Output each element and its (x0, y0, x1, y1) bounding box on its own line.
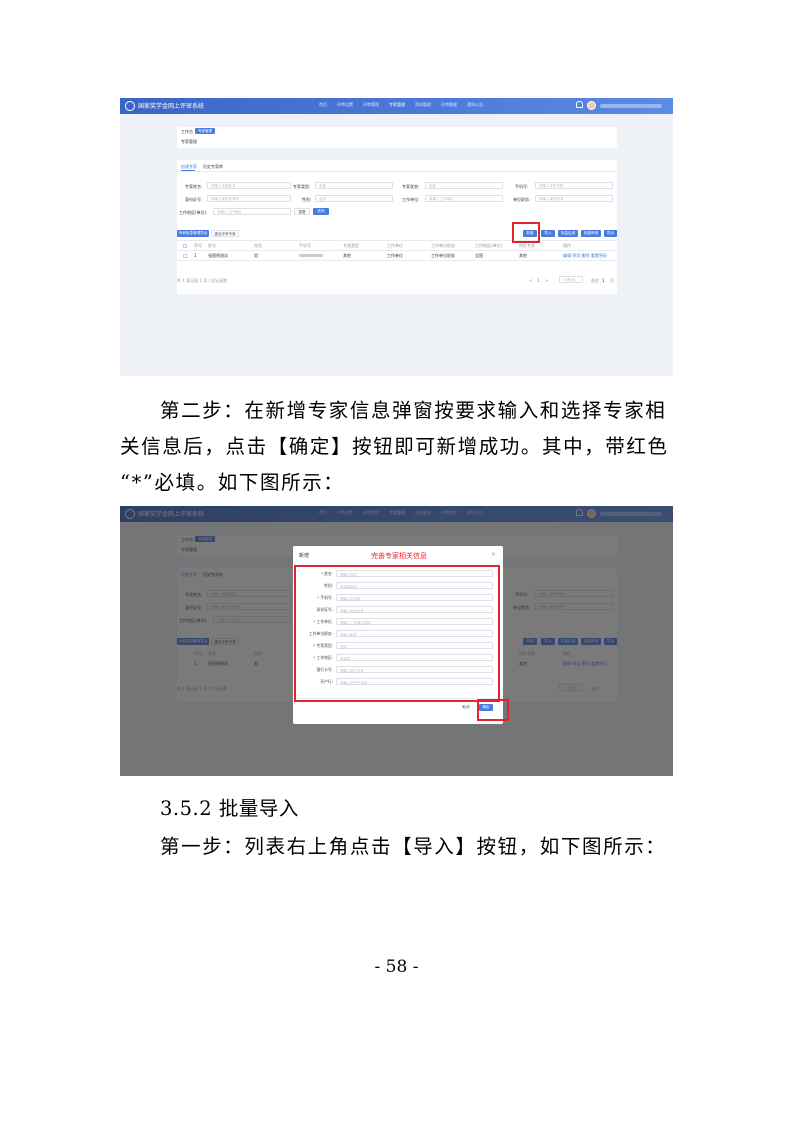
filter-phone-input[interactable]: 请输入手机号码 (535, 182, 613, 189)
step2-line-2: 关信息后，点击【确定】按钮即可新增成功。其中，带红色 (120, 435, 669, 458)
col-gender: 性别 (254, 243, 262, 248)
search-button[interactable]: 查询 (313, 208, 329, 215)
col-expert: 所在专家 (519, 243, 535, 248)
col-type: 专家类型 (343, 243, 359, 248)
nav-item-review-management[interactable]: 评审管理 (358, 102, 384, 108)
col-actions: 操作 (563, 243, 571, 248)
row-checkbox[interactable] (183, 254, 187, 258)
reset-button[interactable]: 重置 (294, 208, 310, 215)
divider (177, 171, 617, 172)
col-index: 序号 (194, 243, 202, 248)
filter-name-input[interactable]: 请输入专家姓名 (207, 182, 291, 189)
cell-expert: 其他 (519, 253, 527, 258)
cell-index: 1 (194, 253, 197, 258)
step2-line-1: 第二步：在新增专家信息弹窗按要求输入和选择专家相 (160, 399, 667, 422)
select-all-checkbox[interactable] (183, 244, 187, 248)
filter-label-gender: 性别: (302, 197, 312, 202)
nav-menu: 首页 评审设置 评审管理 专家管理 资料管理 评审数据 通知公告 (314, 102, 488, 108)
close-icon[interactable]: × (491, 551, 496, 558)
crumb-tag[interactable]: 专家管理 (195, 128, 215, 134)
cell-region: 全国 (475, 253, 483, 258)
filter-gender-select[interactable]: 全部 (315, 195, 393, 202)
filter-label-region: 工作地区(单位): (179, 210, 208, 215)
cell-name: 张国明测试 (208, 253, 228, 258)
filter-position-input[interactable]: 请输入单位职务 (535, 195, 613, 202)
filter-type-select[interactable]: 全部 (315, 182, 393, 189)
bell-icon[interactable] (576, 101, 583, 108)
cell-phone-redacted (299, 254, 323, 257)
col-position: 工作单位职务 (431, 243, 455, 248)
user-name-redacted (600, 104, 662, 108)
nav-item-review-settings[interactable]: 评审设置 (332, 102, 358, 108)
filter-label-name: 专家姓名: (185, 184, 203, 189)
page-title: 专家管理 (181, 139, 197, 144)
step1-line: 第一步：列表右上角点击【导入】按钮，如下图所示： (160, 835, 667, 858)
filter-region-input[interactable]: 请输入工作地区 (213, 208, 291, 215)
breadcrumb-card: 工作台 专家管理 专家管理 (177, 127, 617, 148)
page-number: - 58 - (374, 957, 419, 977)
filter-workplace-input[interactable]: 请输入工作单位 (425, 195, 503, 202)
nav-item-notices[interactable]: 通知公告 (462, 102, 488, 108)
prev-page-button[interactable]: < (529, 278, 532, 283)
nav-item-home[interactable]: 首页 (314, 102, 332, 108)
filter-label-position: 单位职务: (513, 197, 531, 202)
goto-label: 前往 (591, 278, 599, 283)
filter-idcard-input[interactable]: 请输入身份证号码 (207, 195, 291, 202)
cell-workplace: 工作单位 (387, 253, 403, 258)
import-button[interactable]: 导入 (541, 230, 555, 237)
export-expert-info-button[interactable]: 专家信息管理导出 (177, 230, 209, 237)
filter-label-phone: 手机号: (515, 184, 529, 189)
modal-title: 新增 (299, 553, 310, 559)
nav-item-review-data[interactable]: 评审数据 (436, 102, 462, 108)
footer-total: 共 1 条记录 1 页 / 总记录数 (177, 278, 228, 283)
batch-enable-button[interactable]: 批量启用 (558, 230, 578, 237)
col-phone: 手机号 (299, 243, 311, 248)
tab-expert-history[interactable]: 历史专家库 (203, 164, 223, 170)
section-heading: 3.5.2 批量导入 (160, 797, 299, 820)
export-button[interactable]: 导出 (604, 230, 617, 237)
avatar[interactable] (587, 101, 596, 110)
step2-line-3: “*”必填。如下图所示： (120, 471, 345, 494)
cell-actions[interactable]: 编辑 停用 删除 重置密码 (563, 253, 607, 259)
filter-label-workplace: 工作单位: (402, 197, 420, 202)
screenshot-add-expert-modal: 国家奖学金网上评审系统 首页 评审设置 评审管理 专家管理 资料管理 评审数据 … (120, 506, 673, 776)
crumb-home[interactable]: 工作台 (181, 129, 193, 135)
highlight-add-button (512, 222, 540, 243)
active-tab-indicator (181, 170, 195, 171)
cell-position: 工作单位职务 (431, 253, 455, 258)
filter-label-idcard: 身份证号: (185, 197, 203, 202)
cell-type: 其他 (343, 253, 351, 258)
cell-gender: 男 (254, 253, 258, 258)
top-nav-bar: 国家奖学金网上评审系统 首页 评审设置 评审管理 专家管理 资料管理 评审数据 … (120, 98, 673, 114)
col-name: 姓名 (208, 243, 216, 248)
filter-label-type: 专家类型: (293, 184, 311, 189)
page-number-button[interactable]: 1 (537, 278, 540, 283)
cancel-button[interactable]: 取消 (459, 704, 473, 711)
modal-annotation: 完善专家相关信息 (371, 552, 427, 560)
page-content: 工作台 专家管理 专家管理 创建专家 历史专家库 专家姓名: 请输入专家姓名 专… (120, 114, 673, 376)
batch-disable-button[interactable]: 批量停用 (581, 230, 601, 237)
system-name: 国家奖学金网上评审系统 (138, 103, 205, 110)
next-page-button[interactable]: > (545, 278, 548, 283)
reset-expert-button[interactable]: 重设评审专家 (211, 230, 239, 237)
nav-item-expert-management[interactable]: 专家管理 (384, 102, 410, 108)
col-region: 工作地区(单位) (475, 243, 503, 248)
screenshot-expert-management: 国家奖学金网上评审系统 首页 评审设置 评审管理 专家管理 资料管理 评审数据 … (120, 98, 673, 376)
col-workplace: 工作单位 (387, 243, 403, 248)
filter-label-status: 专家状态: (402, 184, 420, 189)
highlight-confirm-button (477, 699, 509, 721)
page-unit: 页 (610, 278, 614, 283)
nav-item-materials[interactable]: 资料管理 (410, 102, 436, 108)
page-size-select[interactable]: 10条/页 (559, 276, 583, 283)
highlight-form-fields (294, 565, 500, 702)
filter-status-select[interactable]: 全部 (425, 182, 503, 189)
logo-icon (125, 101, 135, 111)
main-card: 创建专家 历史专家库 专家姓名: 请输入专家姓名 专家类型: 全部 专家状态: … (177, 160, 617, 294)
goto-page-input[interactable]: 1 (602, 278, 605, 283)
